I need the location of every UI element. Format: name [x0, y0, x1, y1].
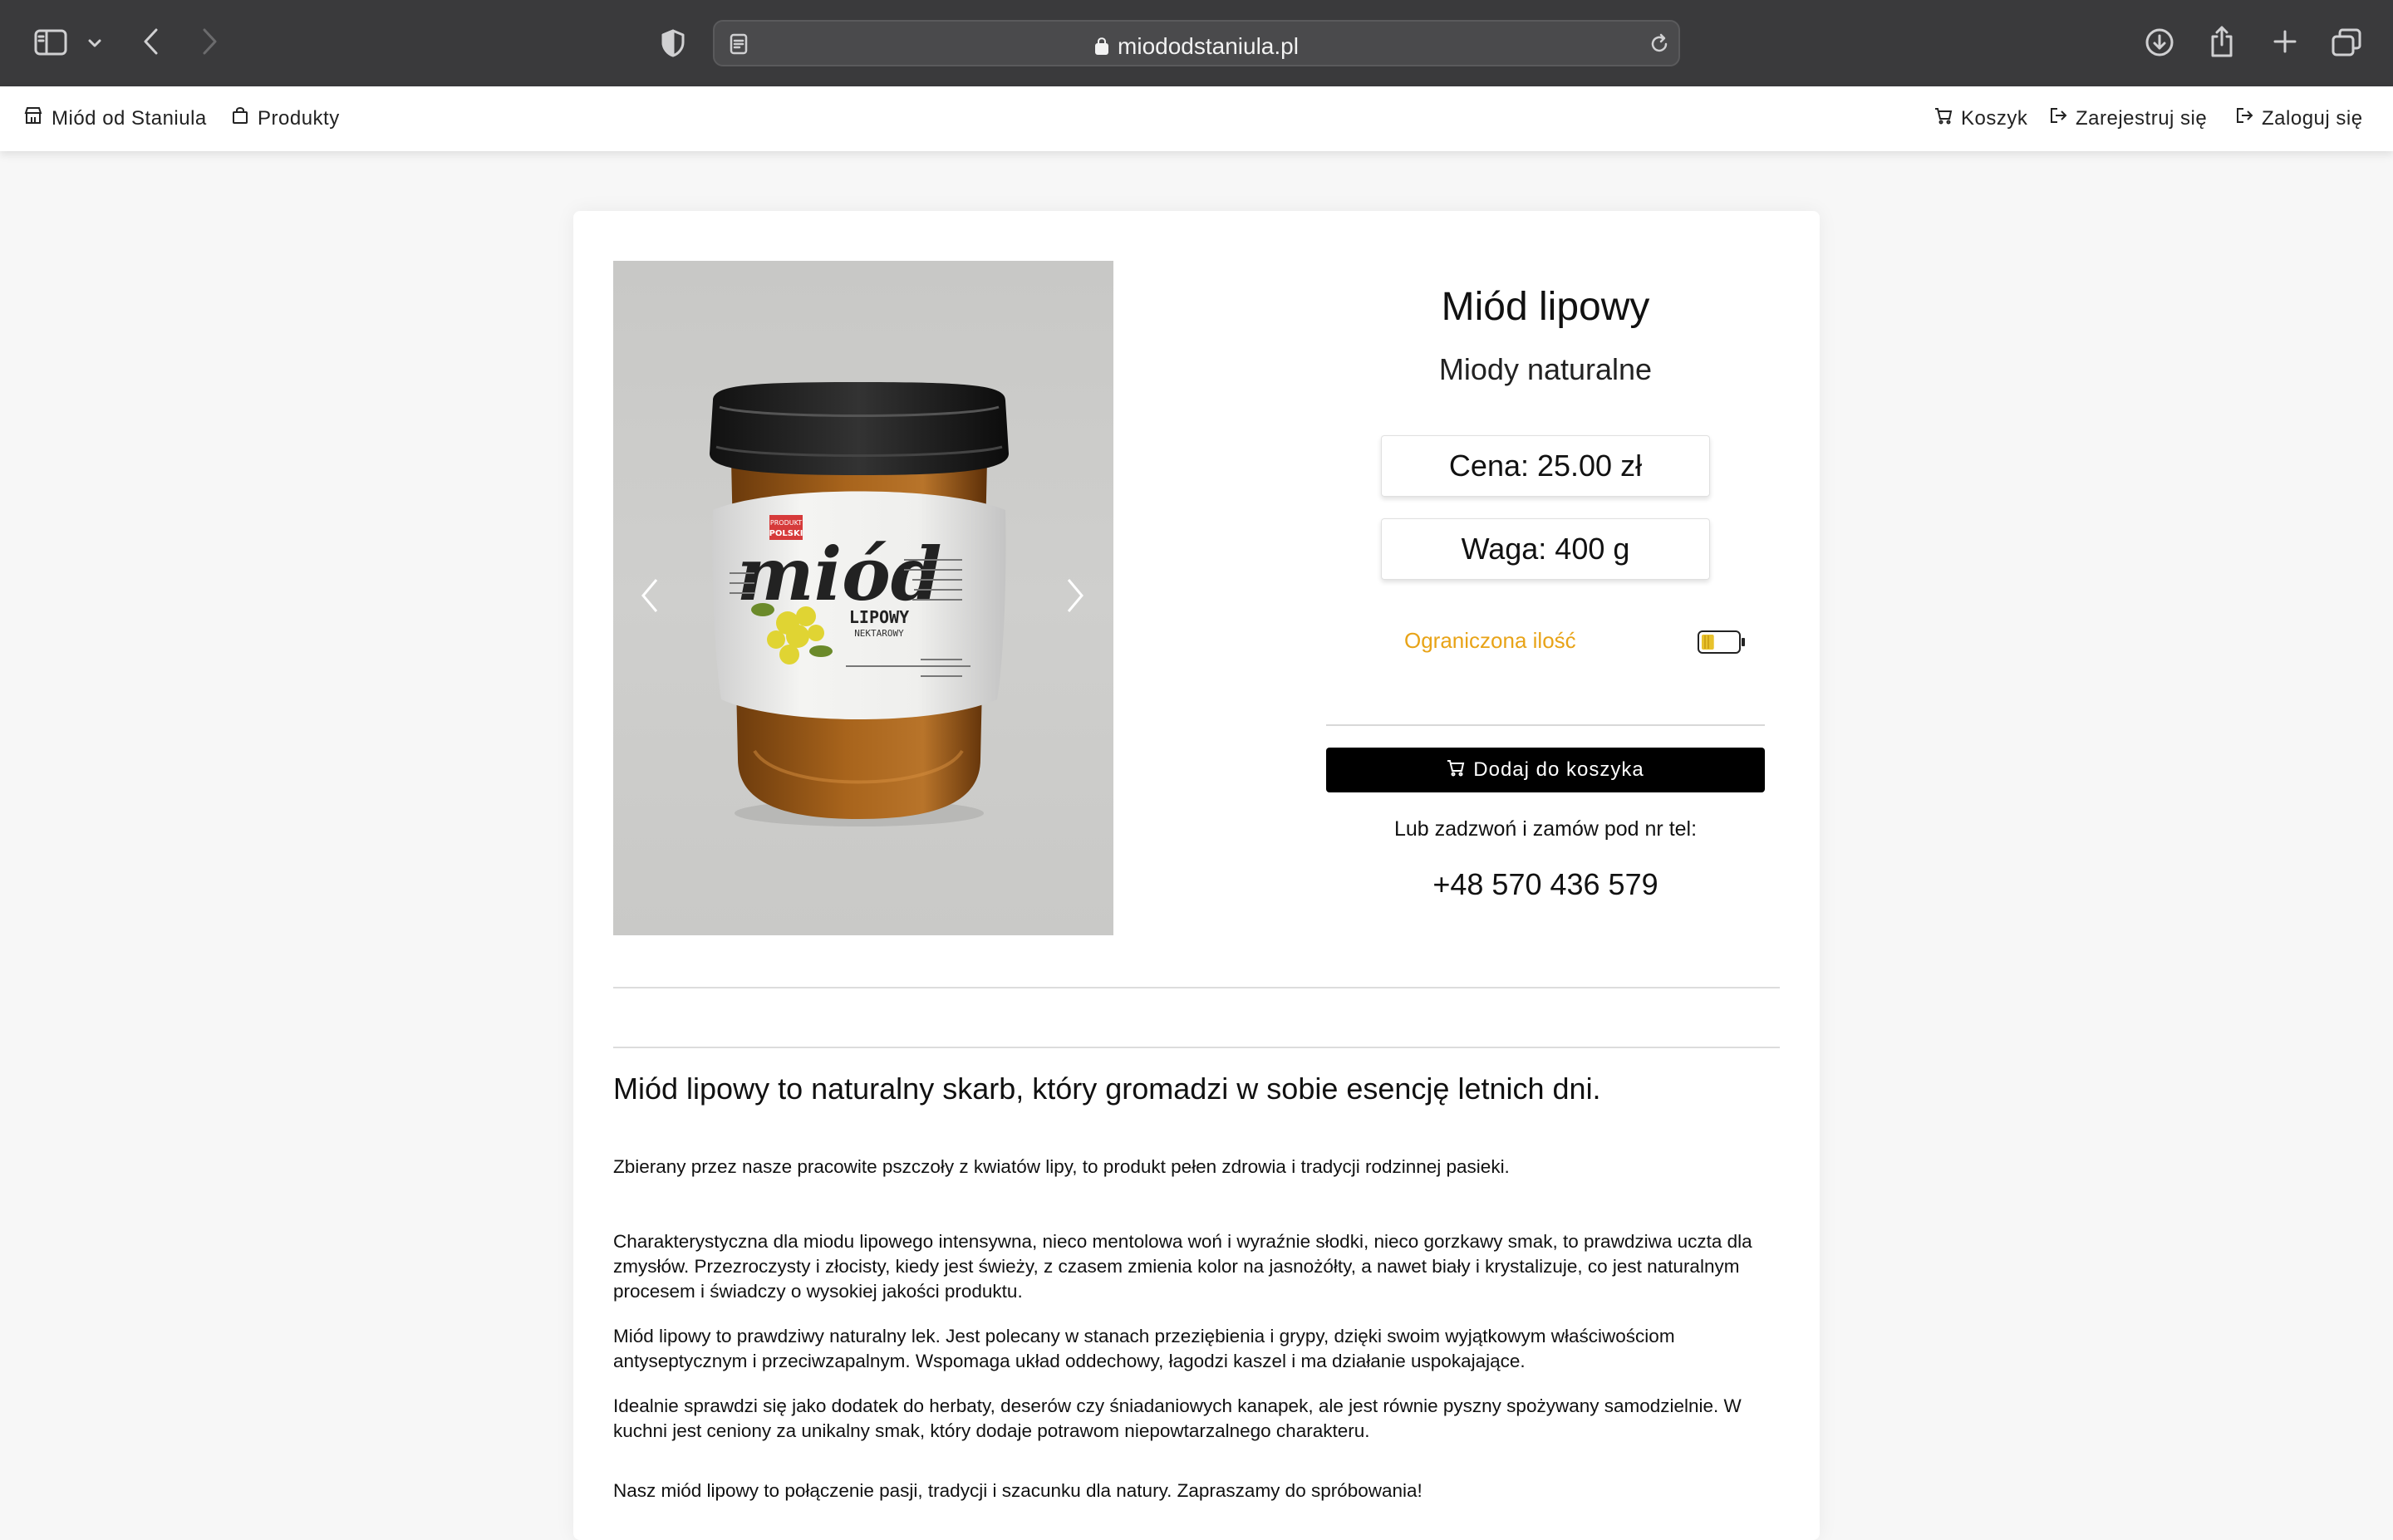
- nav-cart-label: Koszyk: [1961, 106, 2028, 130]
- url-display: miododstaniula.pl: [715, 33, 1678, 61]
- nav-products[interactable]: Produkty: [231, 106, 340, 130]
- description-paragraph-4: Idealnie sprawdzi się jako dodatek do he…: [613, 1395, 1742, 1441]
- description-paragraph-1: Zbierany przez nasze pracowite pszczoły …: [613, 1156, 1510, 1177]
- nav-cart[interactable]: Koszyk: [1934, 106, 2027, 130]
- nav-login[interactable]: Zaloguj się: [2235, 106, 2363, 130]
- sidebar-icon[interactable]: [33, 27, 68, 58]
- new-tab-icon[interactable]: [2268, 25, 2302, 58]
- nav-brand-label: Miód od Staniula: [52, 106, 207, 130]
- shop-icon: [23, 106, 43, 130]
- share-icon[interactable]: [2205, 23, 2238, 60]
- nav-register-label: Zarejestruj się: [2076, 106, 2208, 130]
- chevron-down-icon[interactable]: [83, 32, 106, 55]
- nav-products-label: Produkty: [258, 106, 340, 130]
- tabs-overview-icon[interactable]: [2328, 25, 2365, 60]
- description-divider: [613, 1047, 1780, 1048]
- register-icon: [2049, 106, 2067, 130]
- carousel-next-button[interactable]: [1064, 576, 1087, 619]
- add-to-cart-label: Dodaj do koszyka: [1473, 758, 1644, 781]
- cart-icon: [1447, 758, 1465, 782]
- label-badge-top: PRODUKT: [770, 519, 802, 527]
- cart-icon: [1934, 106, 1953, 130]
- product-title: Miód lipowy: [1441, 285, 1650, 329]
- bag-icon: [231, 106, 249, 130]
- battery-icon: [1697, 628, 1747, 660]
- chevron-left-icon: [641, 579, 658, 612]
- nav-login-label: Zaloguj się: [2262, 106, 2363, 130]
- nav-brand[interactable]: Miód od Staniula: [23, 106, 207, 130]
- reload-icon[interactable]: [1647, 32, 1672, 56]
- weight-box: Waga: 400 g: [1381, 518, 1710, 580]
- site-navbar: Miód od Staniula Produkty Koszyk Zarejes…: [0, 86, 2393, 151]
- privacy-shield-icon[interactable]: [658, 27, 688, 60]
- call-to-order-text: Lub zadzwoń i zamów pod nr tel:: [1393, 817, 1698, 841]
- honey-jar-image: PRODUKT POLSKI miód LIPOWY NEKTAROWY: [710, 382, 1009, 826]
- description-divider-top: [613, 987, 1780, 988]
- add-to-cart-button[interactable]: Dodaj do koszyka: [1326, 748, 1765, 792]
- login-icon: [2235, 106, 2253, 130]
- url-text: miododstaniula.pl: [1118, 33, 1299, 59]
- description-paragraph-2: Charakterystyczna dla miodu lipowego int…: [613, 1231, 1752, 1302]
- back-icon[interactable]: [136, 25, 166, 58]
- product-card: PRODUKT POLSKI miód LIPOWY NEKTAROWY Mió…: [573, 211, 1820, 1540]
- forward-icon[interactable]: [194, 25, 224, 58]
- nav-register[interactable]: Zarejestruj się: [2049, 106, 2207, 130]
- description-heading: Miód lipowy to naturalny skarb, który gr…: [613, 1072, 1601, 1106]
- label-variety: LIPOWY: [849, 607, 909, 627]
- phone-number[interactable]: +48 570 436 579: [1326, 867, 1765, 902]
- download-icon[interactable]: [2142, 25, 2177, 60]
- carousel-prev-button[interactable]: [638, 576, 661, 619]
- product-image-carousel[interactable]: PRODUKT POLSKI miód LIPOWY NEKTAROWY: [613, 261, 1113, 935]
- address-bar[interactable]: miododstaniula.pl: [713, 20, 1680, 66]
- lock-icon: [1094, 35, 1109, 61]
- product-category: Miody naturalne: [1438, 352, 1653, 386]
- section-divider: [1326, 724, 1765, 726]
- stock-status: Ograniczona ilość: [1404, 628, 1576, 653]
- description-paragraph-5: Nasz miód lipowy to połączenie pasji, tr…: [613, 1480, 1423, 1501]
- price-box: Cena: 25.00 zł: [1381, 435, 1710, 497]
- label-type: NEKTAROWY: [854, 628, 904, 639]
- description-paragraph-3: Miód lipowy to prawdziwy naturalny lek. …: [613, 1326, 1675, 1371]
- browser-toolbar: miododstaniula.pl: [0, 0, 2393, 86]
- chevron-right-icon: [1067, 579, 1083, 612]
